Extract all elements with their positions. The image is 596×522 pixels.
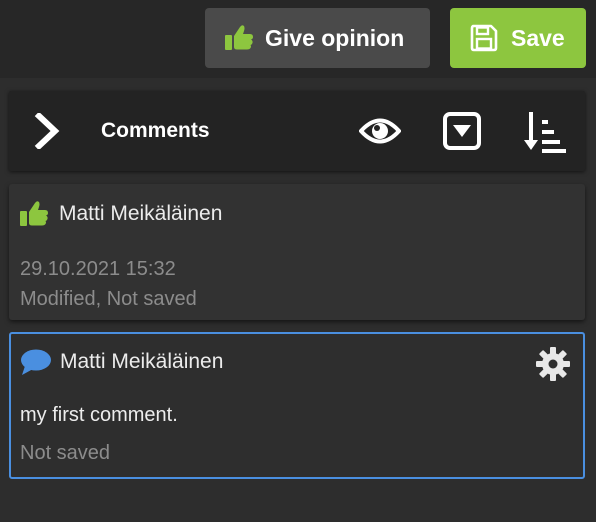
top-toolbar: Give opinion Save (0, 0, 596, 78)
filter-dropdown-icon[interactable] (443, 112, 481, 150)
comment-card[interactable]: Matti Meikäläinen 29.10.2021 15:32 Modif… (9, 184, 585, 320)
give-opinion-button[interactable]: Give opinion (205, 8, 430, 68)
floppy-disk-icon (470, 23, 500, 53)
speech-bubble-icon (20, 347, 52, 377)
thumbs-up-icon (224, 23, 256, 53)
comment-author-row: Matti Meikäläinen (20, 346, 223, 378)
comment-status: Not saved (20, 442, 111, 464)
comment-card-selected[interactable]: Matti Meikäläinen my first comment. Not … (9, 332, 585, 479)
eye-icon[interactable] (358, 114, 402, 148)
save-label: Save (511, 24, 565, 51)
panel-header: Comments (9, 91, 585, 171)
comment-author: Matti Meikäläinen (59, 202, 223, 225)
comment-text: my first comment. (20, 404, 178, 426)
comment-author: Matti Meikäläinen (60, 350, 224, 373)
panel-title: Comments (101, 119, 210, 142)
gear-icon[interactable] (535, 346, 571, 382)
comments-panel: Comments Matti Meikäläinen 29.10.2021 15… (0, 78, 596, 522)
thumbs-up-icon (19, 199, 51, 229)
comment-status: Modified, Not saved (20, 288, 197, 310)
comment-timestamp: 29.10.2021 15:32 (20, 258, 176, 280)
comment-author-row: Matti Meikäläinen (19, 198, 222, 230)
sort-icon[interactable] (522, 110, 566, 154)
give-opinion-label: Give opinion (265, 24, 405, 51)
save-button[interactable]: Save (450, 8, 586, 68)
chevron-right-icon[interactable] (33, 111, 63, 151)
